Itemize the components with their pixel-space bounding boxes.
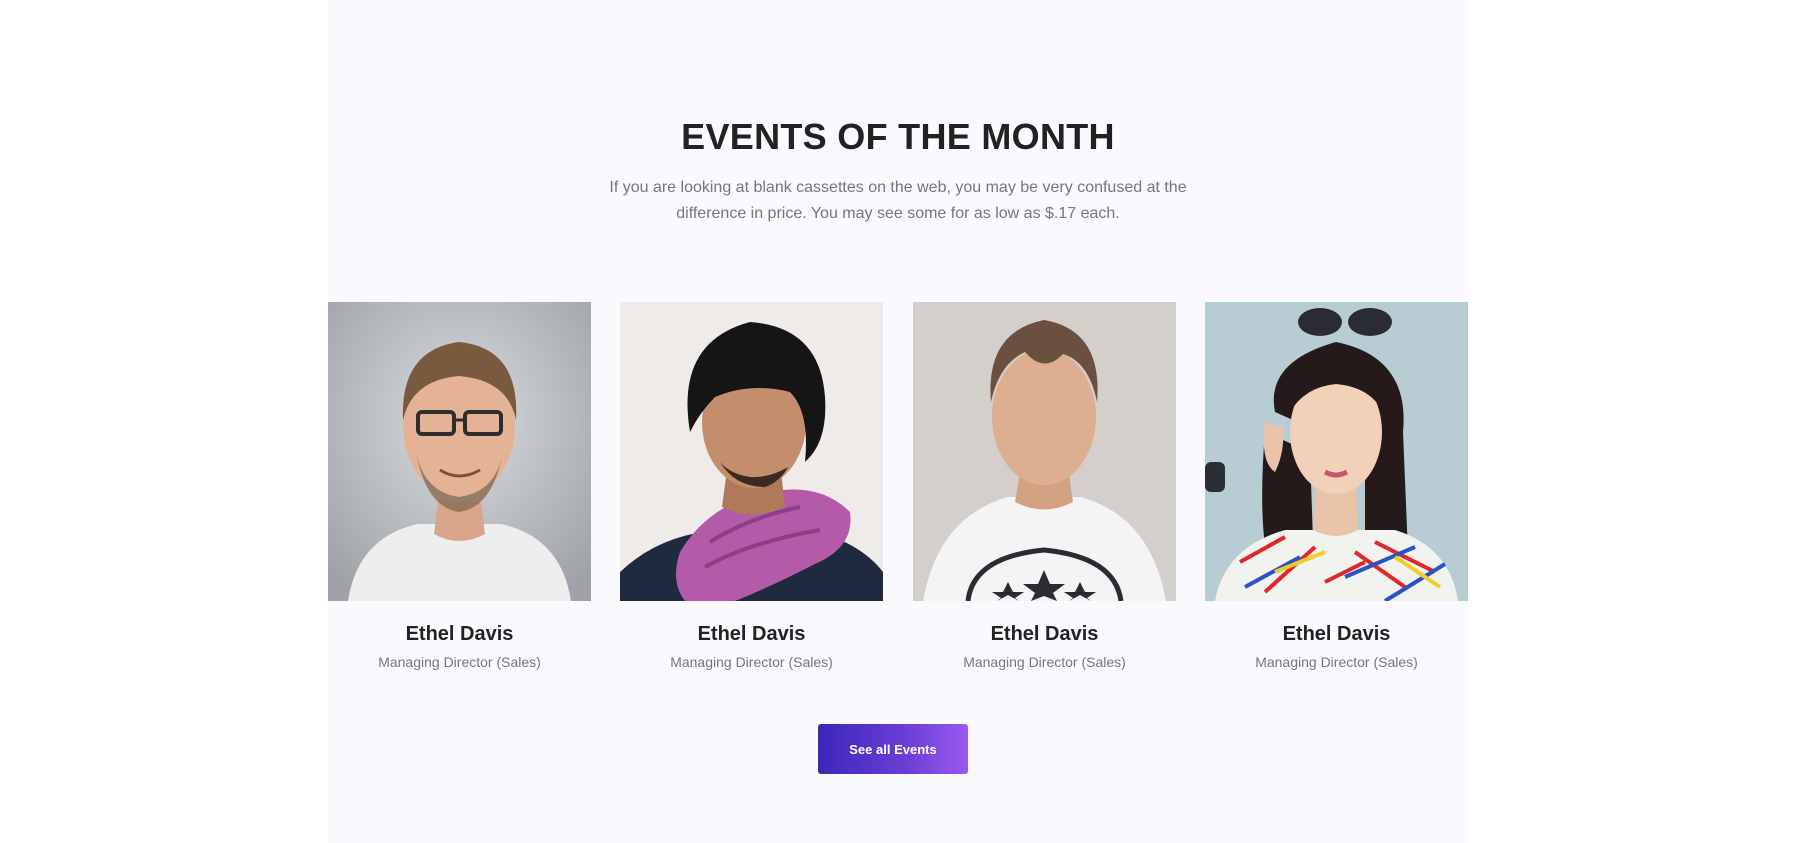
- event-role: Managing Director (Sales): [963, 654, 1126, 670]
- event-card[interactable]: Ethel Davis Managing Director (Sales): [620, 302, 883, 672]
- event-card[interactable]: Ethel Davis Managing Director (Sales): [1205, 302, 1468, 672]
- event-name: Ethel Davis: [1282, 623, 1391, 645]
- event-role: Managing Director (Sales): [1255, 654, 1418, 670]
- woman-with-sunglasses-photo: [1205, 302, 1468, 601]
- events-section: EVENTS OF THE MONTH If you are looking a…: [328, 0, 1468, 843]
- event-photo[interactable]: [620, 302, 883, 601]
- event-photo[interactable]: [913, 302, 1176, 601]
- see-all-events-button[interactable]: See all Events: [818, 724, 968, 774]
- event-name: Ethel Davis: [697, 623, 806, 645]
- event-role: Managing Director (Sales): [670, 654, 833, 670]
- event-name: Ethel Davis: [990, 623, 1099, 645]
- event-card[interactable]: Ethel Davis Managing Director (Sales): [328, 302, 591, 672]
- event-card[interactable]: Ethel Davis Managing Director (Sales): [913, 302, 1176, 672]
- event-photo[interactable]: [1205, 302, 1468, 601]
- event-role: Managing Director (Sales): [378, 654, 541, 670]
- man-with-purple-scarf-photo: [620, 302, 883, 601]
- section-subtitle: If you are looking at blank cassettes on…: [609, 179, 1187, 222]
- section-title: EVENTS OF THE MONTH: [681, 116, 1115, 157]
- event-photo[interactable]: [328, 302, 591, 601]
- event-name: Ethel Davis: [405, 623, 514, 645]
- man-with-glasses-photo: [328, 302, 591, 601]
- man-in-white-tshirt-photo: [913, 302, 1176, 601]
